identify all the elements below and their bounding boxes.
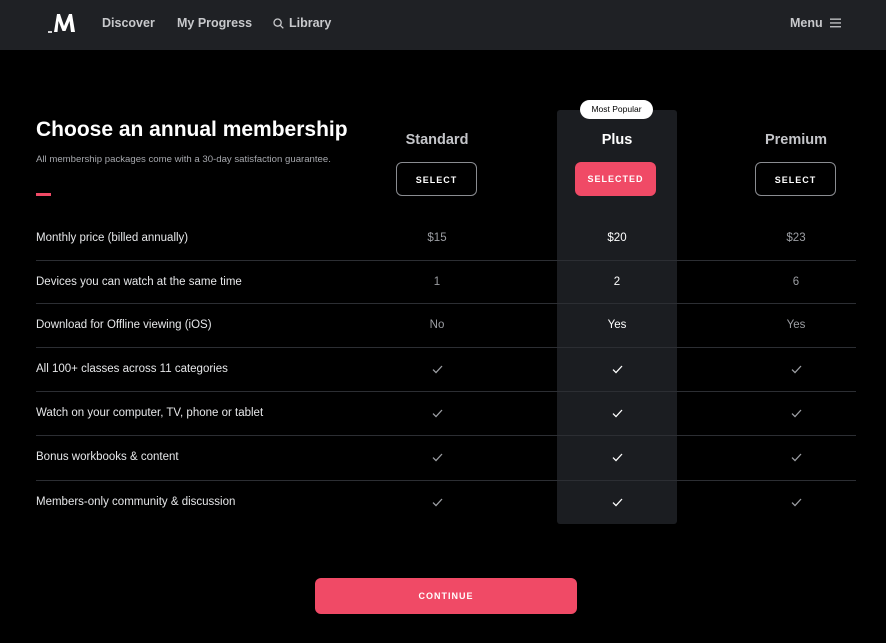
check-icon: [557, 480, 677, 524]
nav-menu-label: Menu: [790, 16, 823, 30]
page-subtitle: All membership packages come with a 30-d…: [36, 154, 331, 165]
continue-button[interactable]: CONTINUE: [315, 578, 577, 614]
search-icon: [273, 17, 284, 29]
nav-menu-button[interactable]: Menu: [790, 15, 841, 31]
check-icon: [736, 480, 856, 524]
check-icon: [736, 391, 856, 435]
table-row: All 100+ classes across 11 categories: [36, 347, 856, 391]
check-icon: [557, 347, 677, 391]
selected-plus-button[interactable]: SELECTED: [575, 162, 656, 196]
check-icon: [377, 391, 497, 435]
plan-name-plus: Plus: [601, 132, 633, 148]
feature-label: Bonus workbooks & content: [36, 451, 179, 463]
accent-divider: [36, 193, 51, 196]
select-premium-button[interactable]: SELECT: [755, 162, 836, 196]
feature-label: Watch on your computer, TV, phone or tab…: [36, 407, 264, 419]
table-row: Watch on your computer, TV, phone or tab…: [36, 391, 856, 435]
standard-value: 1: [433, 276, 441, 288]
plan-name-standard: Standard: [405, 132, 469, 148]
plus-value: Yes: [607, 319, 627, 331]
check-icon: [736, 435, 856, 479]
premium-value: Yes: [786, 319, 806, 331]
table-row: Monthly price (billed annually) $15 $20 …: [36, 216, 856, 260]
feature-label: Members-only community & discussion: [36, 496, 236, 508]
feature-label: Download for Offline viewing (iOS): [36, 319, 212, 331]
table-row: Bonus workbooks & content: [36, 435, 856, 479]
plus-value: $20: [607, 232, 627, 244]
feature-label: Devices you can watch at the same time: [36, 276, 242, 288]
nav-library-link[interactable]: Library: [273, 15, 331, 31]
check-icon: [557, 435, 677, 479]
plan-name-premium: Premium: [764, 132, 828, 148]
check-icon: [377, 480, 497, 524]
top-nav-bar: Discover My Progress Library Menu: [0, 0, 886, 50]
nav-discover-link[interactable]: Discover: [102, 15, 155, 31]
page-title: Choose an annual membership: [36, 118, 348, 141]
nav-library-label: Library: [289, 16, 332, 30]
select-standard-button[interactable]: SELECT: [396, 162, 477, 196]
table-row: Devices you can watch at the same time 1…: [36, 260, 856, 304]
most-popular-badge: Most Popular: [580, 100, 653, 119]
standard-value: No: [429, 319, 445, 331]
plus-value: 2: [613, 276, 621, 288]
check-icon: [377, 435, 497, 479]
check-icon: [557, 391, 677, 435]
hamburger-menu-icon: [829, 18, 841, 28]
standard-value: $15: [427, 232, 447, 244]
premium-value: 6: [792, 276, 800, 288]
table-row: Members-only community & discussion: [36, 480, 856, 524]
table-row: Download for Offline viewing (iOS) No Ye…: [36, 303, 856, 347]
premium-value: $23: [786, 232, 806, 244]
nav-my-progress-link[interactable]: My Progress: [177, 15, 252, 31]
feature-label: All 100+ classes across 11 categories: [36, 363, 228, 375]
masterclass-logo-icon[interactable]: [47, 12, 79, 34]
feature-label: Monthly price (billed annually): [36, 232, 189, 244]
check-icon: [736, 347, 856, 391]
check-icon: [377, 347, 497, 391]
